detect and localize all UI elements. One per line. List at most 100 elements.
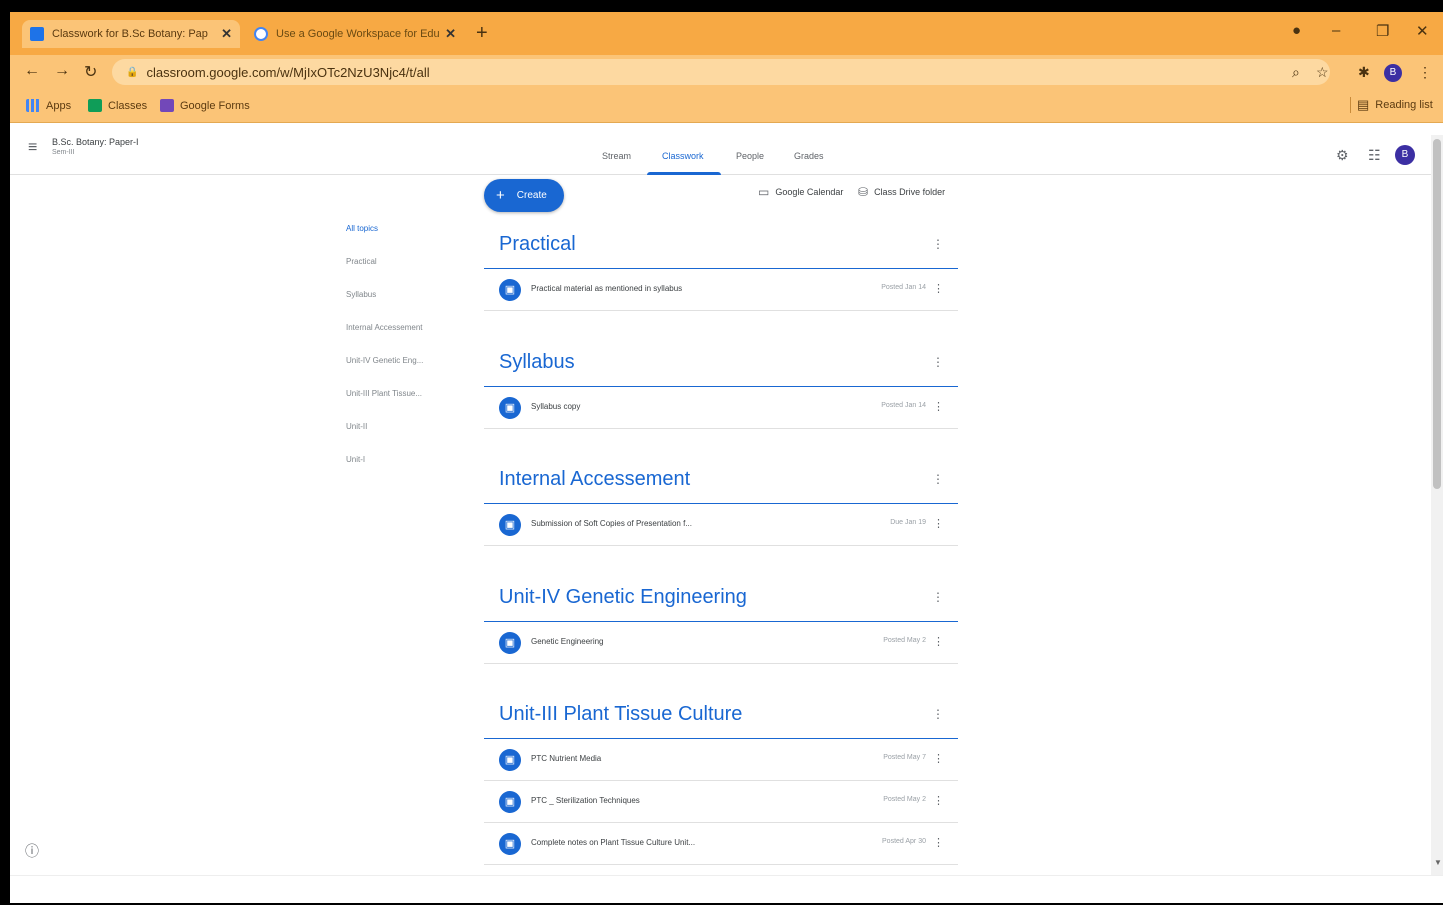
create-button[interactable]: + Create: [484, 179, 564, 212]
item-date: Posted Apr 30: [882, 838, 926, 845]
reload-icon[interactable]: ↻: [84, 62, 97, 82]
calendar-icon: ▭: [758, 185, 770, 199]
item-date: Due Jan 19: [890, 519, 926, 526]
more-vert-icon[interactable]: ⋮: [933, 794, 944, 807]
browser-toolbar: ← → ↻ 🔒 classroom.google.com/w/MjIxOTc2N…: [10, 55, 1443, 89]
topic-practical[interactable]: Practical: [346, 257, 377, 266]
close-window-button[interactable]: ✕: [1416, 22, 1429, 40]
item-date: Posted May 7: [883, 754, 926, 761]
hamburger-menu-icon[interactable]: ≡: [28, 139, 37, 157]
tab-people[interactable]: People: [736, 151, 764, 161]
item-date: Posted Jan 14: [881, 284, 926, 291]
extensions-icon[interactable]: ✱: [1358, 64, 1370, 81]
forms-icon: [160, 99, 174, 112]
classwork-item[interactable]: ▣ Complete notes on Plant Tissue Culture…: [484, 823, 958, 865]
close-tab-icon[interactable]: ✕: [445, 26, 456, 42]
topic-internal-accessement[interactable]: Internal Accessement: [346, 323, 422, 332]
reading-list-icon: ▤: [1357, 97, 1370, 112]
plus-icon: +: [496, 187, 505, 204]
class-name[interactable]: B.Sc. Botany: Paper-I: [52, 137, 139, 147]
classroom-icon: [88, 99, 102, 112]
bookmark-star-icon[interactable]: ☆: [1316, 64, 1329, 81]
back-arrow-icon[interactable]: ←: [24, 62, 40, 80]
section-title[interactable]: Unit-III Plant Tissue Culture: [499, 703, 742, 726]
assignment-icon: ▣: [499, 632, 521, 654]
browser-menu-icon[interactable]: ⋮: [1418, 64, 1432, 81]
classwork-item[interactable]: ▣ Syllabus copy Posted Jan 14 ⋮: [484, 387, 958, 429]
settings-gear-icon[interactable]: ⚙: [1336, 147, 1349, 164]
section-title[interactable]: Practical: [499, 233, 576, 256]
scroll-down-arrow-icon[interactable]: ▼: [1434, 858, 1442, 867]
tab-classwork[interactable]: Classwork: [662, 151, 704, 161]
bookmark-label: Apps: [46, 99, 72, 112]
more-vert-icon[interactable]: ⋮: [933, 400, 944, 413]
google-calendar-link[interactable]: ▭ Google Calendar: [758, 185, 843, 199]
maximize-button[interactable]: ❐: [1376, 22, 1389, 40]
drive-folder-icon: ⛁: [858, 185, 869, 199]
classwork-item[interactable]: ▣ Submission of Soft Copies of Presentat…: [484, 504, 958, 546]
class-drive-folder-link[interactable]: ⛁ Class Drive folder: [858, 185, 945, 199]
create-label: Create: [516, 190, 547, 201]
more-vert-icon[interactable]: ⋮: [932, 472, 944, 486]
class-section: Sem-III: [52, 149, 75, 156]
forward-arrow-icon[interactable]: →: [54, 62, 70, 80]
section-header: Unit-III Plant Tissue Culture ⋮: [484, 693, 958, 739]
scrollbar-thumb[interactable]: [1433, 139, 1441, 489]
more-vert-icon[interactable]: ⋮: [933, 282, 944, 295]
address-bar[interactable]: 🔒 classroom.google.com/w/MjIxOTc2NzU3Njc…: [112, 59, 1330, 85]
bookmark-label: Google Forms: [180, 99, 250, 112]
topic-section-internal-accessement: Internal Accessement ⋮ ▣ Submission of S…: [484, 458, 958, 546]
help-icon[interactable]: ⓘ: [25, 841, 39, 861]
bookmark-label: Classes: [108, 99, 148, 112]
section-title[interactable]: Internal Accessement: [499, 468, 690, 491]
bookmark-classes[interactable]: Classes: [88, 99, 147, 112]
topic-unit-ii[interactable]: Unit-II: [346, 422, 367, 431]
classwork-item[interactable]: ▣ PTC Nutrient Media Posted May 7 ⋮: [484, 739, 958, 781]
close-tab-icon[interactable]: ✕: [221, 26, 232, 42]
assignment-icon: ▣: [499, 749, 521, 771]
more-vert-icon[interactable]: ⋮: [932, 707, 944, 721]
more-vert-icon[interactable]: ⋮: [933, 517, 944, 530]
classwork-item[interactable]: ▣ Practical material as mentioned in syl…: [484, 269, 958, 311]
browser-tab-classwork[interactable]: Classwork for B.Sc Botany: Pap ✕: [22, 20, 240, 48]
more-vert-icon[interactable]: ⋮: [933, 752, 944, 765]
tab-stream[interactable]: Stream: [602, 151, 631, 161]
profile-avatar[interactable]: B: [1384, 64, 1402, 82]
minimize-button[interactable]: –: [1332, 22, 1340, 39]
reading-list-button[interactable]: ▤ Reading list: [1350, 97, 1433, 113]
topic-unit-iv[interactable]: Unit-IV Genetic Eng...: [346, 356, 423, 365]
classwork-item[interactable]: ▣ PTC _ Sterilization Techniques Posted …: [484, 781, 958, 823]
google-apps-icon[interactable]: ☷: [1368, 147, 1381, 164]
classwork-item[interactable]: ▣ Genetic Engineering Posted May 2 ⋮: [484, 622, 958, 664]
browser-window: Classwork for B.Sc Botany: Pap ✕ Use a G…: [10, 12, 1443, 903]
section-title[interactable]: Syllabus: [499, 351, 575, 374]
calendar-link-label: Google Calendar: [775, 187, 844, 197]
browser-tab-workspace[interactable]: Use a Google Workspace for Edu ✕: [246, 20, 464, 48]
new-tab-button[interactable]: +: [476, 22, 488, 45]
more-vert-icon[interactable]: ⋮: [932, 237, 944, 251]
page-scrollbar[interactable]: [1431, 135, 1443, 875]
item-title: Complete notes on Plant Tissue Culture U…: [531, 838, 696, 847]
more-vert-icon[interactable]: ⋮: [933, 836, 944, 849]
bookmark-apps[interactable]: Apps: [26, 99, 71, 112]
topic-syllabus[interactable]: Syllabus: [346, 290, 376, 299]
account-avatar[interactable]: B: [1395, 145, 1415, 165]
assignment-icon: ▣: [499, 791, 521, 813]
item-title: Genetic Engineering: [531, 637, 604, 646]
more-vert-icon[interactable]: ⋮: [932, 355, 944, 369]
record-icon[interactable]: ●: [1292, 22, 1301, 39]
section-title[interactable]: Unit-IV Genetic Engineering: [499, 586, 747, 609]
more-vert-icon[interactable]: ⋮: [933, 635, 944, 648]
tab-title: Use a Google Workspace for Edu: [276, 28, 440, 40]
classroom-favicon-icon: [30, 27, 44, 41]
assignment-icon: ▣: [499, 279, 521, 301]
topic-unit-iii[interactable]: Unit-III Plant Tissue...: [346, 389, 422, 398]
zoom-icon[interactable]: ⌕: [1292, 64, 1300, 81]
more-vert-icon[interactable]: ⋮: [932, 590, 944, 604]
topic-all[interactable]: All topics: [346, 224, 378, 233]
item-date: Posted May 2: [883, 637, 926, 644]
section-header: Internal Accessement ⋮: [484, 458, 958, 504]
tab-grades[interactable]: Grades: [794, 151, 824, 161]
bookmark-google-forms[interactable]: Google Forms: [160, 99, 250, 112]
topic-unit-i[interactable]: Unit-I: [346, 455, 365, 464]
